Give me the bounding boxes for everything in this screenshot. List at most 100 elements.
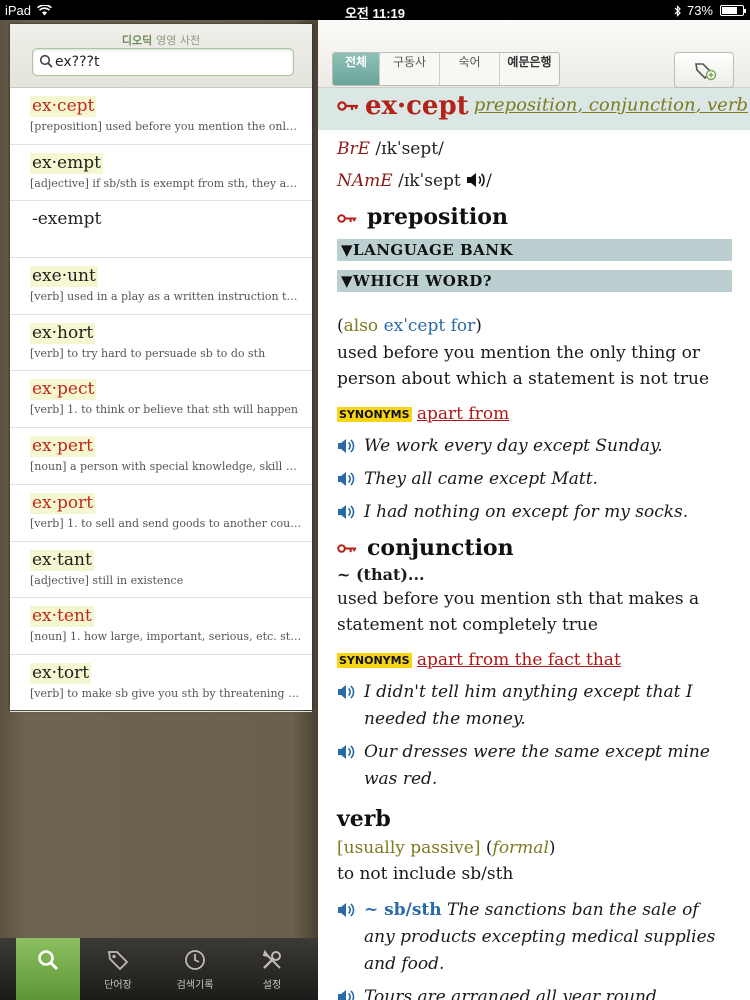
bluetooth-icon [674,4,681,17]
which-word-toggle[interactable]: ▼WHICH WORD? [337,270,732,292]
tab-search[interactable] [16,938,80,1000]
add-wordbook-button[interactable] [674,52,734,88]
result-headword: ex·tort [30,662,92,684]
paren: ) [475,316,482,336]
app-title-brand: 디오딕 [121,34,153,47]
result-item[interactable]: ex·cept [preposition] used before you men… [10,88,312,145]
pron-british-ipa: /ɪkˈsept/ [370,139,444,159]
pron-british: BrE /ɪkˈsept/ [337,135,732,163]
headword-band: ex·cept preposition, conjunction, verb [318,88,750,130]
entry-panel: 전체 구동사 숙어 예문은행 ex·cept preposition, conj… [318,20,750,1000]
clock-icon [185,950,205,970]
filter-tab-all[interactable]: 전체 [333,53,379,85]
entry-toolbar: 전체 구동사 숙어 예문은행 [318,20,750,88]
example-text: They all came except Matt. [364,468,598,489]
search-icon [38,950,59,971]
grammar-pattern: ~ (that)... [337,564,425,584]
examples-conjunction: I didn't tell him anything except that I… [337,679,732,793]
example-text: Tours are arranged all year round (Janua… [364,986,657,1000]
tab-history[interactable]: 검색기록 [163,938,227,1000]
pron-american-label: NAmE [337,171,393,191]
speaker-icon[interactable] [337,744,355,760]
pos-link-verb[interactable]: verb [707,95,748,116]
definition: used before you mention sth that makes a… [337,588,700,636]
example-pattern: ~ sb/sth [364,899,442,920]
pos-link-preposition[interactable]: preposition [474,95,578,116]
filter-tabs: 전체 구동사 숙어 예문은행 [332,52,560,86]
result-headword: ex·cept [30,96,97,117]
pos-heading-text: conjunction [367,534,514,561]
example-sentence: I had nothing on except for my socks. [337,499,732,526]
search-input[interactable] [55,52,285,72]
pos-link-conjunction[interactable]: conjunction [589,95,696,116]
result-item[interactable]: ex·pert [noun] a person with special know… [10,428,312,485]
result-headword: -exempt [32,209,102,230]
paren: ( [480,837,493,858]
examples-preposition: We work every day except Sunday. They all… [337,433,732,526]
result-headword: ex·hort [30,322,96,344]
result-item[interactable]: -exempt [10,201,312,259]
example-sentence: They all came except Matt. [337,466,732,493]
speaker-icon[interactable] [337,438,355,454]
grammar-label: [usually passive] [337,837,481,858]
result-item[interactable]: ex·tort [verb] to make sb give you sth by… [10,655,312,712]
paren: ( [337,316,344,336]
result-definition: [verb] 1. to think or believe that sth w… [30,403,299,417]
pos-heading-preposition: preposition [337,201,732,233]
synonyms-line: SYNONYMS apart from the fact that [337,647,732,673]
result-headword: ex·port [30,492,96,514]
speaker-icon[interactable] [337,989,355,1000]
synonyms-badge: SYNONYMS [337,652,412,668]
example-sentence: ~ sb/sth The sanctions ban the sale of a… [337,897,732,978]
pos-separator: , [695,94,708,116]
result-item[interactable]: ex·empt [adjective] if sb/sth is exempt f… [10,145,312,202]
tag-add-icon [695,63,717,81]
battery-level [722,7,737,14]
speaker-icon[interactable] [466,172,486,188]
grammar-register: [usually passive] (formal) [337,835,732,862]
tab-settings-label: 설정 [262,980,282,991]
synonym-link[interactable]: apart from the fact that [417,650,621,670]
paren: ) [548,837,556,858]
result-definition: [verb] used in a play as a written instr… [30,290,302,304]
tab-settings[interactable]: 설정 [240,938,304,1000]
filter-tab-phrasal-verbs[interactable]: 구동사 [379,53,439,85]
speaker-icon[interactable] [337,504,355,520]
tab-history-label: 검색기록 [176,980,214,991]
key-icon [337,213,357,223]
result-headword: ex·pect [30,379,97,401]
example-text: I didn't tell him anything except that I… [364,681,693,729]
pos-separator: , [577,94,589,116]
result-headword: exe·unt [30,266,98,288]
search-box[interactable] [32,48,294,76]
result-item[interactable]: ex·hort [verb] to try hard to persuade sb… [10,315,312,372]
search-panel: 디오딕 영영 사전 ex·cept [preposition] used befo… [0,20,318,938]
pron-american-ipa: /ɪkˈsept [392,171,467,191]
result-definition: [verb] to make sb give you sth by threat… [30,686,302,700]
tab-wordbook[interactable]: 단어장 [86,938,150,1000]
result-item[interactable]: ex·tent [noun] 1. how large, important, s… [10,598,312,655]
pron-british-label: BrE [337,139,371,159]
search-icon [39,54,53,68]
pos-heading-text: preposition [367,204,508,230]
speaker-icon[interactable] [337,902,355,918]
tools-icon [262,949,281,969]
key-icon [337,101,358,111]
example-sentence: Tours are arranged all year round (Janua… [337,984,732,1000]
entry-content: ex·cept preposition, conjunction, verb B… [318,88,750,1000]
tag-icon [107,951,129,971]
result-item[interactable]: ex·port [verb] 1. to sell and send goods … [10,485,312,542]
synonym-link[interactable]: apart from [417,404,509,424]
filter-tab-idioms[interactable]: 숙어 [439,53,499,85]
app-title: 디오딕 영영 사전 [10,32,312,48]
speaker-icon[interactable] [337,684,355,700]
result-item[interactable]: ex·pect [verb] 1. to think or believe tha… [10,371,312,429]
language-bank-toggle[interactable]: ▼LANGUAGE BANK [337,239,732,261]
speaker-icon[interactable] [337,471,355,487]
result-item[interactable]: ex·tant [adjective] still in existence [10,542,312,599]
filter-tab-example-bank[interactable]: 예문은행 [499,53,559,85]
result-item[interactable]: exe·unt [verb] used in a play as a writte… [10,258,312,315]
example-sentence: We work every day except Sunday. [337,433,732,460]
synonyms-line: SYNONYMS apart from [337,401,732,427]
example-text: I had nothing on except for my socks. [364,501,689,522]
